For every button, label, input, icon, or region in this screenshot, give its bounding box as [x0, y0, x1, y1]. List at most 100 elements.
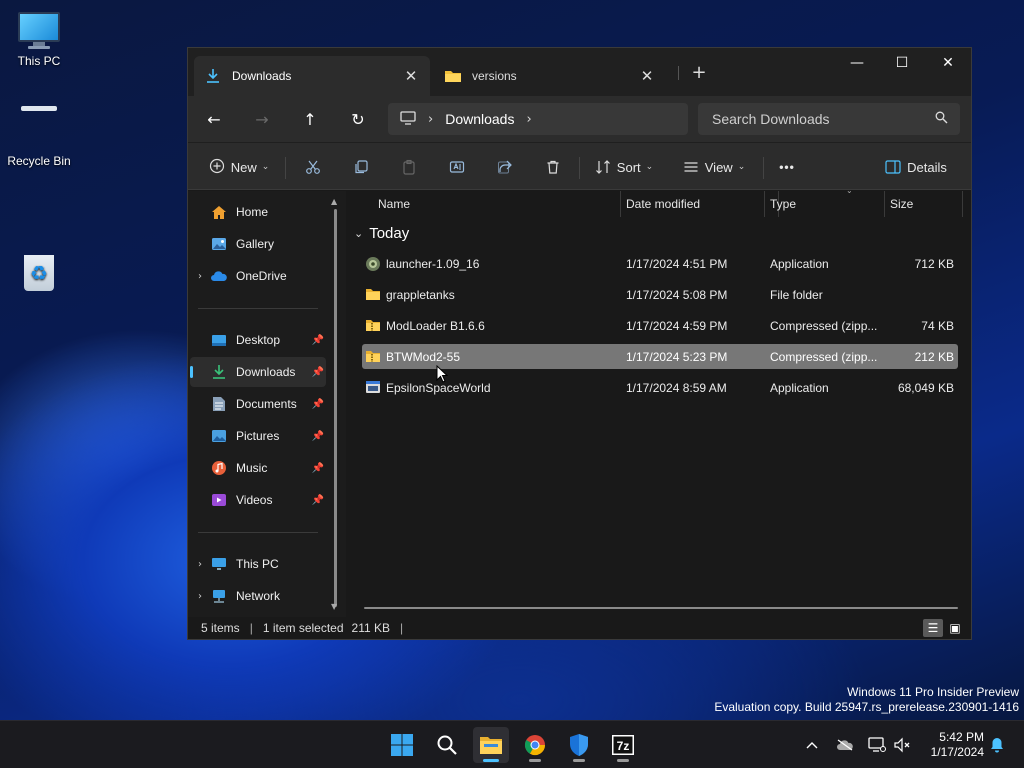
group-label: Today	[369, 225, 410, 242]
search-input[interactable]	[712, 111, 935, 127]
onedrive-offline-icon	[837, 739, 853, 751]
column-header-date[interactable]: Date modified	[626, 197, 700, 211]
sidebar-item-onedrive[interactable]: › OneDrive	[190, 261, 326, 291]
address-bar[interactable]: › Downloads ›	[388, 103, 688, 135]
clipboard-icon	[403, 159, 415, 175]
more-options-button[interactable]: •••	[772, 152, 802, 182]
view-button[interactable]: View ⌄	[680, 152, 748, 182]
details-view-icon[interactable]: ☰	[923, 619, 943, 637]
pin-icon[interactable]: 📌	[310, 399, 326, 410]
trash-icon	[547, 160, 559, 174]
column-header-size[interactable]: Size	[890, 197, 913, 211]
file-explorer-taskbar-button[interactable]	[473, 727, 509, 763]
sidebar-item-this-pc[interactable]: › This PC	[190, 549, 326, 579]
large-icons-view-icon[interactable]: ▣	[945, 619, 965, 637]
copy-button[interactable]	[346, 152, 376, 182]
pin-icon[interactable]: 📌	[310, 431, 326, 442]
clock[interactable]: 5:42 PM 1/17/2024	[931, 730, 984, 760]
start-button[interactable]	[384, 727, 420, 763]
file-row[interactable]: grappletanks 1/17/2024 5:08 PM File fold…	[362, 282, 958, 307]
tab-downloads[interactable]: Downloads ✕	[194, 56, 430, 96]
show-hidden-icons-button[interactable]	[800, 721, 824, 768]
chrome-taskbar-button[interactable]	[517, 727, 553, 763]
volume-tray-button[interactable]	[890, 721, 914, 768]
sidebar-item-documents[interactable]: Documents 📌	[190, 389, 326, 419]
tab-versions[interactable]: versions ✕	[434, 56, 666, 96]
notifications-button[interactable]	[986, 721, 1008, 768]
sidebar-item-network[interactable]: › Network	[190, 581, 326, 611]
close-button[interactable]: ✕	[925, 48, 971, 78]
chevron-right-icon[interactable]: ›	[526, 112, 531, 127]
pin-icon[interactable]: 📌	[310, 335, 326, 346]
back-button[interactable]: ←	[199, 104, 229, 134]
forward-button[interactable]: →	[247, 104, 277, 134]
column-header-name[interactable]: Name	[378, 197, 410, 211]
maximize-button[interactable]: ☐	[879, 48, 925, 78]
expand-chevron-icon[interactable]: ›	[190, 559, 210, 570]
desktop-icon-this-pc[interactable]: This PC	[0, 12, 78, 68]
pin-icon[interactable]: 📌	[310, 495, 326, 506]
scroll-down-icon[interactable]: ▼	[331, 602, 337, 611]
expand-chevron-icon[interactable]: ›	[190, 591, 210, 602]
up-button[interactable]: ↑	[295, 104, 325, 134]
chevron-right-icon[interactable]: ›	[428, 112, 433, 127]
scroll-up-icon[interactable]: ▲	[331, 197, 337, 206]
new-button[interactable]: New ⌄	[206, 152, 272, 182]
share-button[interactable]	[490, 152, 520, 182]
delete-button[interactable]	[538, 152, 568, 182]
file-row[interactable]: BTWMod2-55 1/17/2024 5:23 PM Compressed …	[362, 344, 958, 369]
svg-text:7z: 7z	[617, 739, 630, 753]
monitor-icon	[400, 110, 416, 128]
sort-button[interactable]: Sort ⌄	[592, 152, 656, 182]
paste-button[interactable]	[394, 152, 424, 182]
search-box[interactable]	[698, 103, 960, 135]
home-icon	[210, 204, 228, 220]
sidebar-item-pictures[interactable]: Pictures 📌	[190, 421, 326, 451]
scroll-thumb[interactable]	[334, 209, 337, 607]
cut-button[interactable]	[298, 152, 328, 182]
details-pane-button[interactable]: Details	[883, 152, 949, 182]
expand-chevron-icon[interactable]: ›	[190, 271, 210, 282]
file-row[interactable]: EpsilonSpaceWorld 1/17/2024 8:59 AM Appl…	[362, 375, 958, 400]
sidebar-scrollbar[interactable]: ▲ ▼	[331, 197, 339, 611]
search-icon	[935, 111, 948, 127]
app-window-icon	[365, 380, 381, 396]
close-tab-icon[interactable]: ✕	[638, 67, 656, 85]
tab-label: versions	[472, 69, 517, 83]
file-row[interactable]: launcher-1.09_16 1/17/2024 4:51 PM Appli…	[362, 251, 958, 276]
file-list-pane: ⌄ Name Date modified Type Size ⌄ Today l…	[346, 186, 971, 617]
sidebar-item-gallery[interactable]: Gallery	[190, 229, 326, 259]
sidebar-item-desktop[interactable]: Desktop 📌	[190, 325, 326, 355]
network-tray-button[interactable]	[864, 721, 890, 768]
minimize-button[interactable]: —	[834, 48, 880, 78]
sidebar-item-videos[interactable]: Videos 📌	[190, 485, 326, 515]
7zip-taskbar-button[interactable]: 7z	[605, 727, 641, 763]
chevron-up-icon	[806, 742, 818, 749]
file-date: 1/17/2024 4:59 PM	[626, 318, 728, 333]
pin-icon[interactable]: 📌	[310, 367, 326, 378]
defender-taskbar-button[interactable]	[561, 727, 597, 763]
horizontal-scrollbar[interactable]	[364, 607, 958, 609]
refresh-button[interactable]: ↻	[343, 104, 373, 134]
group-header-today[interactable]: ⌄ Today	[354, 225, 409, 242]
pin-icon[interactable]: 📌	[310, 463, 326, 474]
navigation-bar: ← → ↑ ↻ › Downloads ›	[188, 96, 971, 142]
sidebar-item-downloads[interactable]: Downloads 📌	[190, 357, 326, 387]
sidebar-item-music[interactable]: Music 📌	[190, 453, 326, 483]
taskbar: 7z 5:42 PM 1/17/2024	[0, 720, 1024, 768]
column-header-type[interactable]: Type	[770, 197, 796, 211]
tab-divider	[678, 66, 679, 80]
sidebar-item-home[interactable]: Home	[190, 197, 326, 227]
close-tab-icon[interactable]: ✕	[402, 67, 420, 85]
onedrive-tray-button[interactable]	[832, 721, 858, 768]
plus-circle-icon	[209, 158, 225, 177]
breadcrumb[interactable]: Downloads	[445, 111, 514, 127]
rename-button[interactable]	[442, 152, 472, 182]
file-row[interactable]: ModLoader B1.6.6 1/17/2024 4:59 PM Compr…	[362, 313, 958, 338]
file-size: 74 KB	[921, 318, 954, 333]
folder-icon	[444, 67, 462, 85]
desktop-icon-recycle-bin[interactable]: Recycle Bin	[0, 106, 78, 291]
search-button[interactable]	[429, 727, 465, 763]
desktop-icon	[210, 332, 228, 348]
new-tab-button[interactable]: +	[688, 62, 710, 84]
